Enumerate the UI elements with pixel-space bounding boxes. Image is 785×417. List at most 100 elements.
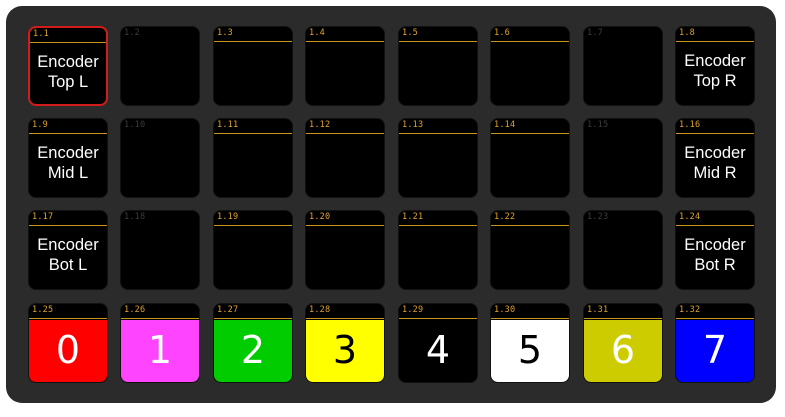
button-1-8[interactable]: 1.8 Encoder Top R <box>675 26 755 106</box>
button-1-7[interactable]: 1.7 <box>583 26 663 106</box>
button-1-13[interactable]: 1.13 <box>398 118 478 198</box>
button-id-bar: 1.21 <box>399 211 477 226</box>
button-id: 1.15 <box>587 120 609 130</box>
button-1-25[interactable]: 1.25 0 <box>28 303 108 383</box>
button-id-bar: 1.1 <box>30 28 106 43</box>
button-id: 1.19 <box>217 212 239 222</box>
button-id: 1.21 <box>402 212 424 222</box>
button-1-32[interactable]: 1.32 7 <box>675 303 755 383</box>
button-1-24[interactable]: 1.24 Encoder Bot R <box>675 210 755 290</box>
button-id: 1.4 <box>309 28 325 38</box>
button-1-26[interactable]: 1.26 1 <box>120 303 200 383</box>
button-id: 1.28 <box>309 305 331 315</box>
button-id: 1.17 <box>32 212 54 222</box>
button-id: 1.31 <box>587 305 609 315</box>
button-id-bar: 1.18 <box>121 211 199 225</box>
button-digit: 7 <box>702 328 728 372</box>
button-1-15[interactable]: 1.15 <box>583 118 663 198</box>
button-id: 1.14 <box>494 120 516 130</box>
button-1-4[interactable]: 1.4 <box>305 26 385 106</box>
button-1-27[interactable]: 1.27 2 <box>213 303 293 383</box>
button-id: 1.9 <box>32 120 48 130</box>
button-1-6[interactable]: 1.6 <box>490 26 570 106</box>
button-1-12[interactable]: 1.12 <box>305 118 385 198</box>
button-id-bar: 1.7 <box>584 27 662 41</box>
button-1-20[interactable]: 1.20 <box>305 210 385 290</box>
button-id: 1.24 <box>679 212 701 222</box>
button-digit: 4 <box>425 328 451 372</box>
button-id-bar: 1.15 <box>584 119 662 133</box>
button-id: 1.6 <box>494 28 510 38</box>
button-id-bar: 1.14 <box>491 119 569 134</box>
button-id-bar: 1.13 <box>399 119 477 134</box>
button-id: 1.7 <box>587 28 603 38</box>
button-id-bar: 1.25 <box>29 304 107 319</box>
button-id-bar: 1.9 <box>29 119 107 134</box>
button-id-bar: 1.32 <box>676 304 754 319</box>
button-id: 1.2 <box>124 28 140 38</box>
button-id-bar: 1.17 <box>29 211 107 226</box>
button-1-16[interactable]: 1.16 Encoder Mid R <box>675 118 755 198</box>
button-digit: 6 <box>610 328 636 372</box>
button-id: 1.11 <box>217 120 239 130</box>
button-digit: 5 <box>517 328 543 372</box>
button-id: 1.25 <box>32 305 54 315</box>
button-id-bar: 1.3 <box>214 27 292 42</box>
button-id: 1.26 <box>124 305 146 315</box>
button-label: Encoder Top L <box>37 53 99 91</box>
button-1-10[interactable]: 1.10 <box>120 118 200 198</box>
button-1-30[interactable]: 1.30 5 <box>490 303 570 383</box>
button-id: 1.22 <box>494 212 516 222</box>
button-1-11[interactable]: 1.11 <box>213 118 293 198</box>
button-id: 1.18 <box>124 212 146 222</box>
button-id-bar: 1.30 <box>491 304 569 319</box>
button-id: 1.30 <box>494 305 516 315</box>
button-1-3[interactable]: 1.3 <box>213 26 293 106</box>
button-id-bar: 1.29 <box>399 304 477 319</box>
button-id: 1.29 <box>402 305 424 315</box>
button-id-bar: 1.16 <box>676 119 754 134</box>
button-1-29[interactable]: 1.29 4 <box>398 303 478 383</box>
button-label: Encoder Mid R <box>684 144 746 182</box>
button-1-9[interactable]: 1.9 Encoder Mid L <box>28 118 108 198</box>
button-label: Encoder Mid L <box>37 144 99 182</box>
button-label: Encoder Bot R <box>684 236 746 274</box>
button-1-23[interactable]: 1.23 <box>583 210 663 290</box>
button-id-bar: 1.10 <box>121 119 199 133</box>
button-1-28[interactable]: 1.28 3 <box>305 303 385 383</box>
button-1-17[interactable]: 1.17 Encoder Bot L <box>28 210 108 290</box>
button-1-18[interactable]: 1.18 <box>120 210 200 290</box>
button-id: 1.16 <box>679 120 701 130</box>
button-id-bar: 1.8 <box>676 27 754 42</box>
button-id-bar: 1.4 <box>306 27 384 42</box>
button-id: 1.1 <box>33 29 49 39</box>
button-id-bar: 1.31 <box>584 304 662 319</box>
button-id-bar: 1.6 <box>491 27 569 42</box>
button-id: 1.3 <box>217 28 233 38</box>
button-1-14[interactable]: 1.14 <box>490 118 570 198</box>
button-id-bar: 1.23 <box>584 211 662 225</box>
button-1-31[interactable]: 1.31 6 <box>583 303 663 383</box>
button-grid-panel: 1.1 Encoder Top L 1.2 1.3 1.4 1.5 1.6 1.7 1.8 Enc… <box>6 6 776 403</box>
button-1-22[interactable]: 1.22 <box>490 210 570 290</box>
button-id-bar: 1.24 <box>676 211 754 226</box>
button-1-5[interactable]: 1.5 <box>398 26 478 106</box>
button-label: Encoder Bot L <box>37 236 99 274</box>
button-id-bar: 1.20 <box>306 211 384 226</box>
button-1-1[interactable]: 1.1 Encoder Top L <box>28 26 108 106</box>
button-id-bar: 1.2 <box>121 27 199 41</box>
button-id-bar: 1.27 <box>214 304 292 319</box>
button-id-bar: 1.26 <box>121 304 199 319</box>
button-id: 1.20 <box>309 212 331 222</box>
button-id-bar: 1.22 <box>491 211 569 226</box>
button-1-2[interactable]: 1.2 <box>120 26 200 106</box>
button-digit: 0 <box>55 328 81 372</box>
button-id: 1.12 <box>309 120 331 130</box>
button-id-bar: 1.5 <box>399 27 477 42</box>
button-id: 1.32 <box>679 305 701 315</box>
button-id: 1.27 <box>217 305 239 315</box>
button-1-19[interactable]: 1.19 <box>213 210 293 290</box>
button-digit: 2 <box>240 328 266 372</box>
button-id-bar: 1.19 <box>214 211 292 226</box>
button-1-21[interactable]: 1.21 <box>398 210 478 290</box>
